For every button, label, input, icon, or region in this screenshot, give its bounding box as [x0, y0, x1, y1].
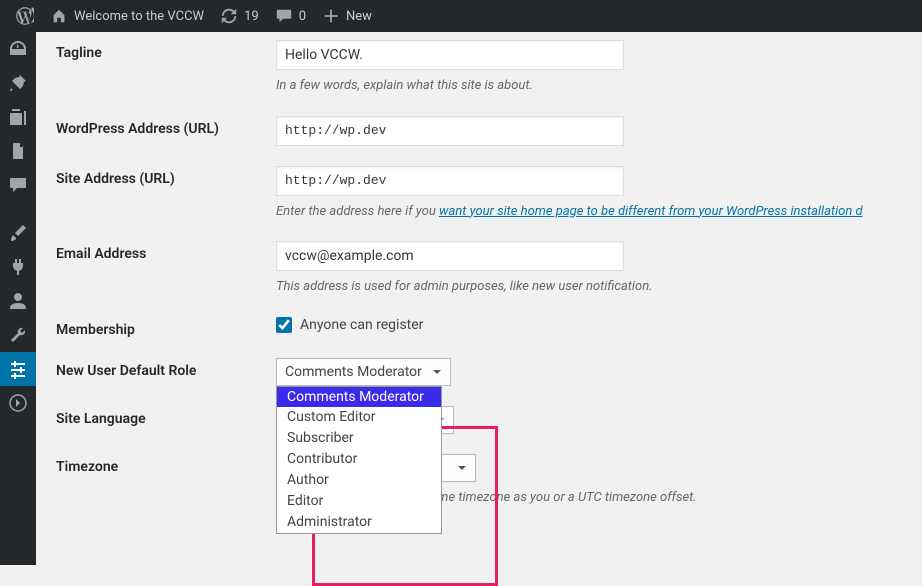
comment-icon	[8, 175, 28, 195]
comments-count: 0	[299, 9, 306, 24]
membership-checkbox[interactable]	[276, 317, 292, 333]
membership-checkbox-label[interactable]: Anyone can register	[300, 317, 423, 333]
role-option[interactable]: Contributor	[277, 449, 441, 470]
plus-icon	[322, 7, 340, 25]
sidebar-item-users[interactable]	[0, 284, 36, 318]
home-icon	[50, 7, 68, 25]
tagline-input[interactable]	[276, 40, 624, 70]
comments-link[interactable]: 0	[267, 0, 314, 32]
site-link[interactable]: Welcome to the VCCW	[42, 0, 212, 32]
pin-icon	[8, 73, 28, 93]
site-url-help-link[interactable]: want your site home page to be different…	[439, 204, 863, 219]
wordpress-icon	[16, 7, 34, 25]
sidebar-item-comments[interactable]	[0, 168, 36, 202]
site-url-description: Enter the address here if you want your …	[276, 202, 922, 222]
role-option[interactable]: Author	[277, 470, 441, 491]
sidebar-item-collapse[interactable]	[0, 386, 36, 420]
collapse-icon	[8, 393, 28, 413]
tagline-label: Tagline	[56, 40, 276, 61]
sliders-icon	[8, 359, 28, 379]
default-role-options: Comments ModeratorCustom EditorSubscribe…	[276, 386, 442, 534]
row-site-url: Site Address (URL) Enter the address her…	[56, 146, 922, 222]
row-site-language: Site Language	[56, 386, 922, 434]
wrench-icon	[8, 325, 28, 345]
wp-url-input[interactable]	[276, 116, 624, 146]
sidebar-item-plugins[interactable]	[0, 250, 36, 284]
site-title: Welcome to the VCCW	[74, 9, 204, 24]
sidebar-item-appearance[interactable]	[0, 216, 36, 250]
role-option[interactable]: Subscriber	[277, 428, 441, 449]
new-label: New	[346, 9, 372, 24]
updates-link[interactable]: 19	[212, 0, 267, 32]
wp-logo[interactable]	[8, 0, 42, 32]
brush-icon	[8, 223, 28, 243]
site-language-label: Site Language	[56, 406, 276, 427]
wp-url-label: WordPress Address (URL)	[56, 116, 276, 137]
user-icon	[8, 291, 28, 311]
admin-sidebar	[0, 32, 36, 565]
sidebar-item-pages[interactable]	[0, 134, 36, 168]
plug-icon	[8, 257, 28, 277]
email-label: Email Address	[56, 241, 276, 262]
settings-general-page: Tagline In a few words, explain what thi…	[36, 32, 922, 565]
media-icon	[8, 107, 28, 127]
row-timezone: Timezone Choose either a city in the sam…	[56, 434, 922, 508]
row-tagline: Tagline In a few words, explain what thi…	[56, 32, 922, 96]
role-option[interactable]: Editor	[277, 491, 441, 512]
pages-icon	[8, 141, 28, 161]
comments-icon	[275, 7, 293, 25]
default-role-select[interactable]: Comments Moderator	[276, 358, 451, 386]
dashboard-icon	[8, 39, 28, 59]
sidebar-item-tools[interactable]	[0, 318, 36, 352]
email-input[interactable]	[276, 241, 624, 271]
email-description: This address is used for admin purposes,…	[276, 277, 922, 297]
row-email: Email Address This address is used for a…	[56, 221, 922, 297]
role-option[interactable]: Comments Moderator	[277, 387, 441, 408]
role-option[interactable]: Administrator	[277, 512, 441, 533]
membership-label: Membership	[56, 317, 276, 338]
site-url-label: Site Address (URL)	[56, 166, 276, 187]
sidebar-item-settings[interactable]	[0, 352, 36, 386]
timezone-label: Timezone	[56, 454, 276, 475]
row-membership: Membership Anyone can register	[56, 297, 922, 338]
site-url-input[interactable]	[276, 166, 624, 196]
new-link[interactable]: New	[314, 0, 380, 32]
row-wp-url: WordPress Address (URL)	[56, 96, 922, 146]
default-role-label: New User Default Role	[56, 358, 276, 379]
updates-icon	[220, 7, 238, 25]
row-default-role: New User Default Role Comments Moderator…	[56, 338, 922, 386]
role-option[interactable]: Custom Editor	[277, 407, 441, 428]
sidebar-item-posts[interactable]	[0, 66, 36, 100]
admin-bar: Welcome to the VCCW 19 0 New	[0, 0, 922, 32]
updates-count: 19	[244, 9, 259, 24]
sidebar-item-dashboard[interactable]	[0, 32, 36, 66]
sidebar-item-media[interactable]	[0, 100, 36, 134]
tagline-description: In a few words, explain what this site i…	[276, 76, 922, 96]
